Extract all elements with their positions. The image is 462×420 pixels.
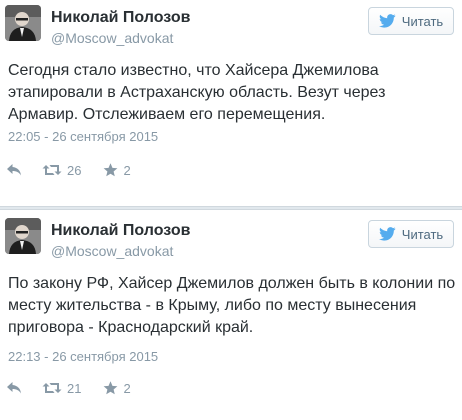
follow-button[interactable]: Читать <box>368 220 454 248</box>
author-handle[interactable]: @Moscow_advokat <box>51 243 173 259</box>
author-name[interactable]: Николай Полозов <box>51 9 190 27</box>
tweet-feed: Николай Полозов @Moscow_advokat Читать С… <box>0 0 462 420</box>
tweet-card: Николай Полозов @Moscow_advokat Читать П… <box>0 213 462 417</box>
tweet-text: По закону РФ, Хайсер Джемилов должен быт… <box>8 275 456 336</box>
tweet-divider <box>0 206 462 210</box>
tweet-card: Николай Полозов @Moscow_advokat Читать С… <box>0 0 462 204</box>
reply-button[interactable] <box>6 381 22 395</box>
favorite-star-icon <box>104 381 118 395</box>
tweet-timestamp[interactable]: 22:13 - 26 сентября 2015 <box>8 349 158 364</box>
favorite-count: 2 <box>123 380 131 396</box>
author-name[interactable]: Николай Полозов <box>51 222 190 240</box>
reply-icon <box>7 164 21 176</box>
follow-button[interactable]: Читать <box>368 7 454 35</box>
tweet-timestamp[interactable]: 22:05 - 26 сентября 2015 <box>8 129 158 144</box>
tweet-actions: 21 2 <box>6 378 131 398</box>
favorite-count: 2 <box>123 162 131 178</box>
author-handle[interactable]: @Moscow_advokat <box>51 30 173 46</box>
tweet-text: Сегодня стало известно, что Хайсера Джем… <box>8 62 386 123</box>
reply-button[interactable] <box>6 163 22 177</box>
retweet-button[interactable]: 21 <box>42 381 81 396</box>
follow-button-label: Читать <box>401 13 444 29</box>
avatar[interactable] <box>5 5 41 41</box>
twitter-bird-icon <box>378 227 396 241</box>
retweet-icon <box>42 165 62 175</box>
favorite-star-icon <box>104 163 118 177</box>
retweet-icon <box>42 383 62 393</box>
twitter-bird-icon <box>378 14 396 28</box>
avatar[interactable] <box>5 218 41 254</box>
favorite-button[interactable]: 2 <box>103 162 131 178</box>
retweet-count: 21 <box>67 380 82 396</box>
retweet-count: 26 <box>67 162 82 178</box>
reply-icon <box>7 382 21 394</box>
follow-button-label: Читать <box>401 226 444 242</box>
retweet-button[interactable]: 26 <box>42 163 81 178</box>
tweet-actions: 26 2 <box>6 160 131 180</box>
favorite-button[interactable]: 2 <box>103 380 131 396</box>
